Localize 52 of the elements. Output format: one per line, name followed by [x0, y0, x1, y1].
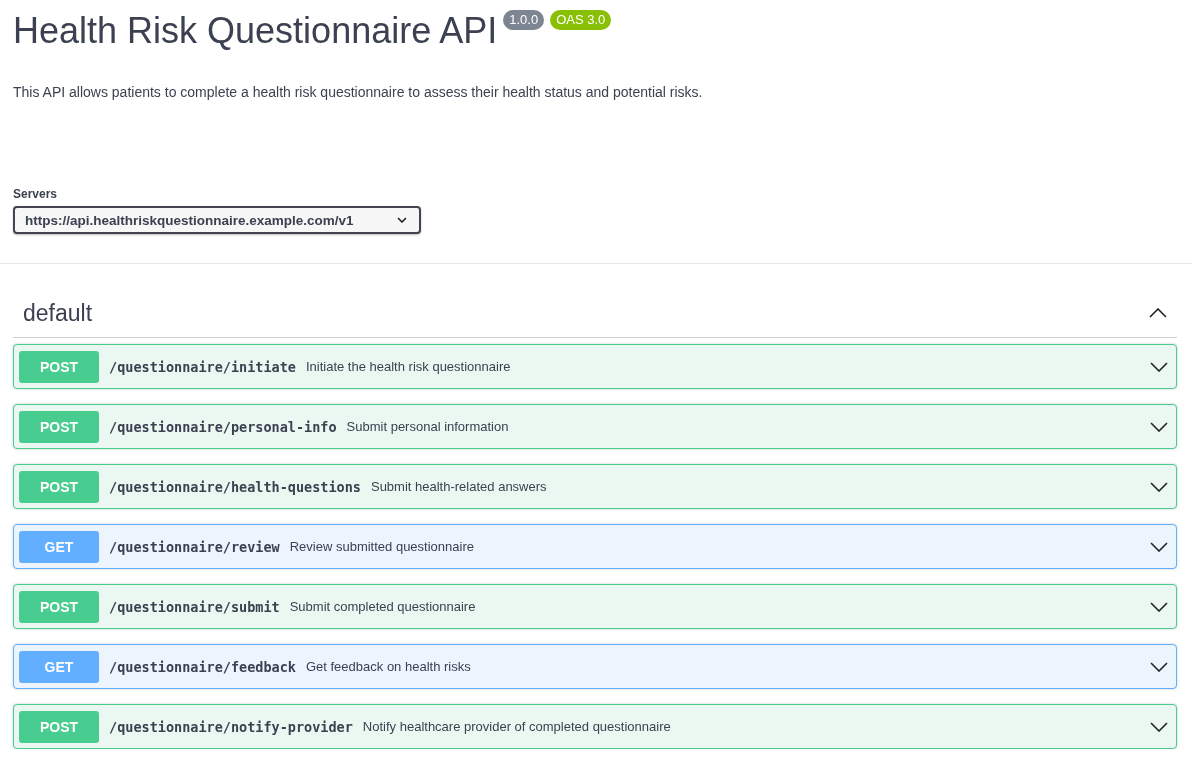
endpoint-path: /questionnaire/personal-info [109, 418, 337, 435]
operation-row[interactable]: POST /questionnaire/health-questions Submit health-related answers [13, 464, 1177, 509]
chevron-down-icon [1150, 481, 1168, 492]
operation-row[interactable]: POST /questionnaire/notify-provider Notify healthcare provider of completed questionnaire [13, 704, 1177, 749]
collapse-button[interactable] [1149, 308, 1167, 318]
operation-row[interactable]: POST /questionnaire/submit Submit completed questionnaire [13, 584, 1177, 629]
method-label: POST [19, 410, 99, 443]
expand-button[interactable] [1150, 481, 1168, 492]
chevron-down-icon [1150, 721, 1168, 732]
endpoint-summary: Submit health-related answers [370, 479, 548, 494]
endpoint-path: /questionnaire/notify-provider [109, 718, 353, 735]
endpoint-path: /questionnaire/health-questions [109, 478, 361, 495]
endpoint-summary: Notify healthcare provider of completed questionnaire [362, 719, 672, 734]
caret-icon [397, 217, 407, 223]
chevron-down-icon [1150, 541, 1168, 552]
chevron-down-icon [1150, 661, 1168, 672]
spec-badge: OAS 3.0 [550, 10, 612, 30]
method-label: GET [19, 530, 99, 563]
endpoint-path: /questionnaire/feedback [109, 658, 296, 675]
server-select[interactable]: https://api.healthriskquestionnaire.example.com/v1 [13, 206, 421, 234]
operation-row[interactable]: GET /questionnaire/review Review submitted questionnaire [13, 524, 1177, 569]
chevron-down-icon [1150, 421, 1168, 432]
operation-row[interactable]: GET /questionnaire/feedback Get feedback on health risks [13, 644, 1177, 689]
endpoint-path: /questionnaire/review [109, 538, 280, 555]
endpoint-path: /questionnaire/initiate [109, 358, 296, 375]
expand-button[interactable] [1150, 361, 1168, 372]
endpoint-summary: Submit completed questionnaire [289, 599, 477, 614]
expand-button[interactable] [1150, 541, 1168, 552]
servers-label: Servers [13, 187, 59, 201]
method-label: POST [19, 590, 99, 623]
api-description: This API allows patients to complete a health risk questionnaire to assess their health status and potential risks. [13, 84, 704, 100]
chevron-down-icon [1150, 361, 1168, 372]
expand-button[interactable] [1150, 661, 1168, 672]
api-title: Health Risk Questionnaire API [13, 9, 498, 53]
chevron-down-icon [1150, 601, 1168, 612]
operation-row[interactable]: POST /questionnaire/personal-info Submit personal information [13, 404, 1177, 449]
endpoint-summary: Review submitted questionnaire [289, 539, 475, 554]
endpoint-path: /questionnaire/submit [109, 598, 280, 615]
endpoint-summary: Submit personal information [346, 419, 510, 434]
method-label: POST [19, 350, 99, 383]
endpoint-summary: Get feedback on health risks [305, 659, 472, 674]
method-label: GET [19, 650, 99, 683]
expand-button[interactable] [1150, 421, 1168, 432]
version-badge: 1.0.0 [503, 10, 545, 30]
endpoint-summary: Initiate the health risk questionnaire [305, 359, 512, 374]
section-title: default [23, 299, 93, 327]
operation-row[interactable]: POST /questionnaire/initiate Initiate the health risk questionnaire [13, 344, 1177, 389]
expand-button[interactable] [1150, 721, 1168, 732]
chevron-up-icon [1149, 308, 1167, 318]
method-label: POST [19, 710, 99, 743]
expand-button[interactable] [1150, 601, 1168, 612]
method-label: POST [19, 470, 99, 503]
